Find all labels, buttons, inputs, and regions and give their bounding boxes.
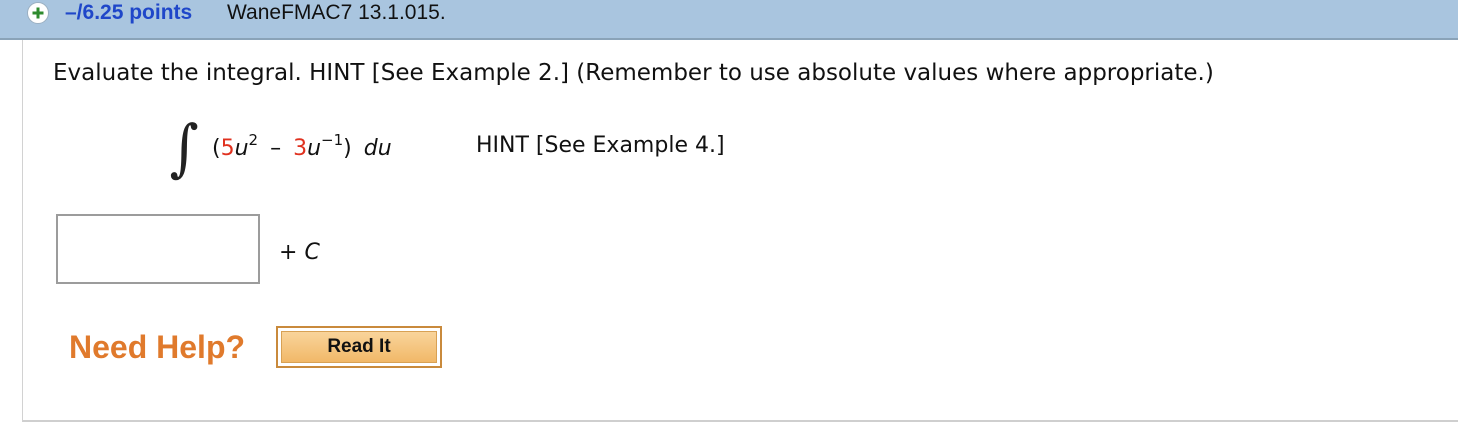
integrand-expression: (5u2–3u−1) du xyxy=(212,130,392,164)
open-paren: ( xyxy=(212,136,221,161)
plus-sign: + xyxy=(279,240,298,265)
variable-2: u xyxy=(307,136,322,161)
question-text: Evaluate the integral. HINT [See Example… xyxy=(53,60,1214,86)
answer-input[interactable] xyxy=(56,214,260,284)
coefficient-2: 3 xyxy=(293,136,308,161)
minus-sign: – xyxy=(270,136,282,161)
problem-id: WaneFMAC7 13.1.015. xyxy=(227,1,446,24)
variable-1: u xyxy=(234,136,249,161)
question-page: –/6.25 points WaneFMAC7 13.1.015. Evalua… xyxy=(0,0,1458,422)
points-label: –/6.25 points xyxy=(65,1,193,24)
read-it-label: Read It xyxy=(281,331,437,363)
exponent-1: 2 xyxy=(248,130,259,149)
need-help-label: Need Help? xyxy=(69,329,246,365)
constant-of-integration: + C xyxy=(279,238,320,268)
read-it-button[interactable]: Read It xyxy=(276,326,442,368)
hint-text: HINT [See Example 4.] xyxy=(476,133,725,158)
exponent-2: −1 xyxy=(321,130,344,149)
close-paren: ) xyxy=(343,136,352,161)
differential: du xyxy=(363,136,392,161)
coefficient-1: 5 xyxy=(220,136,235,161)
plus-circle-icon[interactable] xyxy=(27,2,49,24)
question-header: –/6.25 points WaneFMAC7 13.1.015. xyxy=(0,0,1458,40)
constant-c: C xyxy=(304,240,320,265)
integral-symbol: ∫ xyxy=(169,111,199,184)
